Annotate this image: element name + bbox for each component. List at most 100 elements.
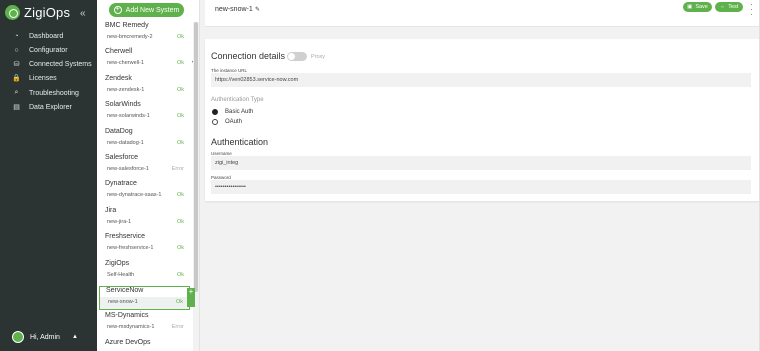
instance-name[interactable]: Self-Health [107, 272, 134, 278]
system-name: Azure DevOps [105, 338, 151, 346]
system-item[interactable]: Salesforce new-salesforce-1 Error [99, 154, 190, 178]
nav-item-label: Data Explorer [29, 103, 72, 111]
avatar [12, 331, 24, 343]
configurator-icon: ○ [14, 46, 19, 54]
instance-status: Ok [176, 139, 184, 146]
instance-name[interactable]: new-snow-1 [108, 299, 138, 305]
authentication-heading: Authentication [211, 137, 269, 147]
instance-name[interactable]: new-msdynamics-1 [107, 324, 154, 330]
system-item[interactable]: MS-Dynamics new-msdynamics-1 Error [99, 312, 190, 336]
system-item[interactable]: BMC Remedy new-bmcremedy-2 Ok [99, 22, 190, 46]
save-button[interactable]: ▣ Save [683, 2, 712, 12]
system-name: ZigiOps [105, 259, 130, 267]
nav-item-label: Connected Systems [29, 60, 92, 68]
nav-item-licenses[interactable]: 🔒 Licenses [12, 72, 57, 84]
test-icon: ⇔ [719, 4, 726, 10]
system-item[interactable]: Dynatrace new-dynatrace-saas-1 Ok [99, 180, 190, 204]
connection-panel: Connection details Proxy The instance UR… [205, 39, 760, 201]
instance-name[interactable]: new-jira-1 [107, 219, 131, 225]
instance-status: Ok [176, 34, 184, 40]
system-item[interactable]: Zendesk new-zendesk-1 Ok [99, 75, 190, 99]
user-greeting: Hi, Admin [30, 333, 60, 341]
system-item[interactable]: Freshservice new-freshservice-1 Ok [99, 233, 190, 257]
user-menu[interactable]: Hi, Admin ▲ [12, 331, 78, 343]
instance-name[interactable]: new-salesforce-1 [107, 166, 149, 172]
system-name: Salesforce [105, 154, 139, 161]
save-icon: ▣ [687, 4, 693, 10]
username-field[interactable]: zigi_integ [211, 156, 751, 170]
system-item[interactable]: Azure DevOps [99, 339, 190, 351]
data-explorer-icon: ▤ [13, 104, 20, 111]
proxy-label: Proxy [311, 54, 326, 60]
instance-name[interactable]: new-freshservice-1 [107, 245, 153, 251]
instance-status: Ok [176, 218, 184, 225]
system-name: MS-Dynamics [105, 312, 149, 320]
dashboard-icon: ◔ [14, 32, 19, 40]
instance-status: Ok [176, 60, 184, 67]
system-name: Jira [105, 206, 117, 214]
nav-item-dashboard[interactable]: ◔ Dashboard [12, 30, 63, 42]
system-item[interactable]: Cherwell new-cherwell-1 Ok [99, 48, 190, 72]
instance-status: Ok [176, 192, 184, 199]
system-name: DataDog [105, 127, 133, 135]
system-name: Zendesk [105, 74, 132, 82]
systems-scrollbar-thumb[interactable] [194, 22, 198, 292]
system-name: ServiceNow [106, 287, 144, 294]
instance-name[interactable]: new-bmcremedy-2 [107, 34, 153, 40]
nav-item-troubleshooting[interactable]: ⌕ Troubleshooting [12, 87, 79, 99]
brand-name: ZigiOps [24, 5, 71, 20]
more-options-icon[interactable]: · · · [750, 1, 753, 19]
nav-item-data-explorer[interactable]: ▤ Data Explorer [12, 101, 72, 113]
password-field[interactable]: •••••••••••••••• [211, 180, 751, 194]
instance-status: Error [171, 166, 184, 172]
system-item[interactable]: DataDog new-datadog-1 Ok [99, 128, 190, 152]
caret-up-icon: ▲ [71, 334, 78, 340]
add-instance-button[interactable]: + [187, 288, 195, 307]
instance-status: Ok [176, 271, 184, 278]
edit-pencil-icon[interactable]: ✎ [255, 6, 260, 13]
instance-header: new-snow-1 ✎ ▣ Save ⇔ Test · · · [205, 0, 760, 27]
nav-item-label: Licenses [29, 74, 57, 82]
system-name: Dynatrace [105, 180, 137, 188]
nav-item-connected-systems[interactable]: ⛁ Connected Systems [12, 58, 92, 70]
instance-name[interactable]: new-dynatrace-saas-1 [107, 192, 161, 198]
test-button[interactable]: ⇔ Test [715, 2, 743, 12]
system-name: BMC Remedy [105, 22, 149, 29]
instance-name[interactable]: new-solarwinds-1 [107, 113, 150, 119]
systems-list-panel: + Add New System BMC Remedy new-bmcremedy… [97, 0, 200, 351]
instance-status: Ok [176, 86, 184, 93]
zigiops-logo-icon [5, 5, 20, 20]
save-label: Save [695, 4, 708, 10]
system-item[interactable]: SolarWinds new-solarwinds-1 Ok [99, 101, 190, 125]
auth-type-label: Authentication Type [211, 97, 264, 103]
add-new-system-label: Add New System [125, 6, 180, 14]
basic-auth-radio[interactable] [212, 109, 218, 115]
brand[interactable]: ZigiOps [5, 5, 70, 20]
instance-status: Ok [175, 299, 183, 305]
instance-status: Error [171, 324, 184, 331]
instance-name[interactable]: new-cherwell-1 [107, 60, 144, 66]
system-item[interactable]: ServiceNow new-snow-1 Ok [99, 286, 190, 310]
plus-icon: + [113, 6, 122, 14]
instance-name[interactable]: new-datadog-1 [107, 140, 144, 146]
nav-item-label: Troubleshooting [29, 89, 79, 97]
system-name: Freshservice [105, 233, 146, 241]
instance-url-field[interactable]: https://ven02853.service-now.com [211, 73, 751, 87]
nav-item-label: Configurator [29, 46, 68, 54]
instance-status: Ok [176, 113, 184, 120]
app-window: ZigiOps « ◔ Dashboard ○ Configurator ⛁ C… [0, 0, 760, 351]
system-name: SolarWinds [105, 101, 141, 109]
add-new-system-button[interactable]: + Add New System [109, 3, 184, 17]
collapse-nav-icon[interactable]: « [80, 8, 86, 19]
instance-name[interactable]: new-zendesk-1 [107, 87, 144, 93]
oauth-label: OAuth [225, 119, 243, 125]
search-icon: ⌕ [14, 89, 19, 96]
connected-systems-icon: ⛁ [13, 61, 20, 68]
system-name: Cherwell [105, 48, 133, 56]
nav-item-configurator[interactable]: ○ Configurator [12, 44, 68, 56]
system-item[interactable]: Jira new-jira-1 Ok [99, 207, 190, 231]
instance-status: Ok [176, 245, 184, 252]
oauth-radio[interactable] [212, 119, 218, 125]
system-item[interactable]: ZigiOps Self-Health Ok [99, 260, 190, 284]
proxy-toggle[interactable] [287, 52, 307, 61]
